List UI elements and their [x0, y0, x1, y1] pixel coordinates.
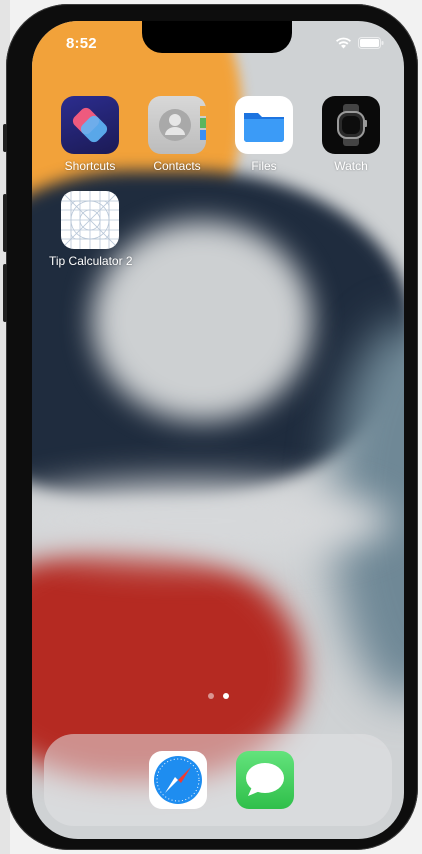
- safari-compass-icon[interactable]: [149, 751, 207, 809]
- mute-switch: [3, 124, 7, 152]
- iphone-frame: 8:52 Shortcuts Contacts Files Watch Tip …: [3, 4, 418, 850]
- app-label: Tip Calculator 2: [49, 254, 133, 268]
- status-time: 8:52: [66, 35, 97, 52]
- notch: [142, 21, 292, 53]
- tip-calculator-placeholder-icon: [61, 191, 119, 249]
- page-dot-2-active[interactable]: [223, 693, 229, 699]
- app-contacts[interactable]: Contacts: [135, 96, 219, 173]
- messages-bubble-icon[interactable]: [236, 751, 294, 809]
- app-label: Contacts: [153, 159, 201, 173]
- watch-icon: [322, 96, 380, 154]
- home-screen: 8:52 Shortcuts Contacts Files Watch Tip …: [32, 21, 404, 839]
- app-label: Watch: [334, 159, 368, 173]
- status-icons: [335, 37, 384, 49]
- battery-icon: [358, 37, 384, 49]
- app-label: Files: [251, 159, 277, 173]
- volume-down-button: [3, 264, 7, 322]
- page-dot-1[interactable]: [208, 693, 214, 699]
- wifi-icon: [336, 37, 351, 49]
- shortcuts-icon: [61, 96, 119, 154]
- files-folder-icon: [235, 96, 293, 154]
- page-indicator[interactable]: [208, 693, 229, 699]
- app-files[interactable]: Files: [222, 96, 306, 173]
- dock: [44, 734, 392, 826]
- app-watch[interactable]: Watch: [309, 96, 393, 173]
- contacts-icon: [148, 96, 206, 154]
- app-shortcuts[interactable]: Shortcuts: [48, 96, 132, 173]
- app-tip-calculator-2[interactable]: Tip Calculator 2: [48, 191, 144, 268]
- app-label: Shortcuts: [64, 159, 116, 173]
- volume-up-button: [3, 194, 7, 252]
